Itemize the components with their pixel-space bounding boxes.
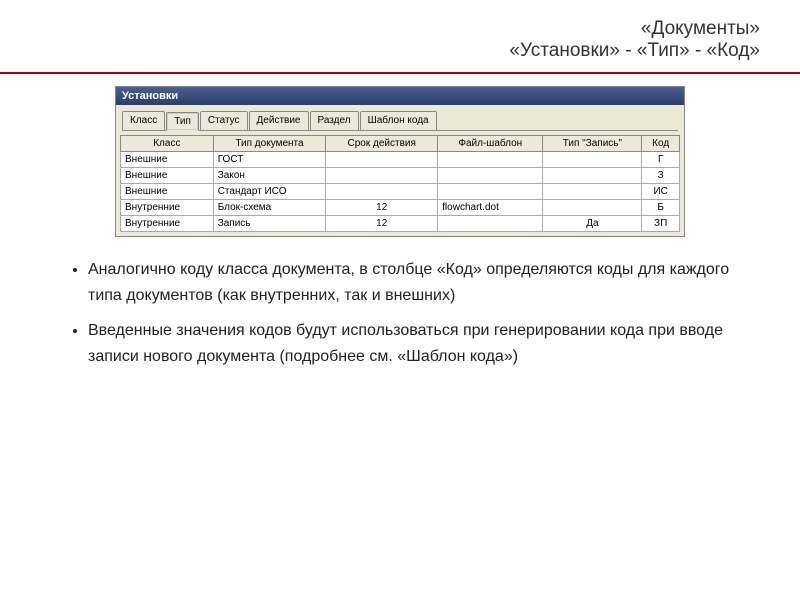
col-term: Срок действия [326,136,438,152]
slide-body: Аналогично коду класса документа, в стол… [0,237,800,399]
table-row[interactable]: ВнутренниеЗапись12ДаЗП [121,216,680,232]
bullet-item: Введенные значения кодов будут использов… [88,318,730,369]
tab-underline [122,130,678,131]
table-row[interactable]: ВнутренниеБлок-схема12flowchart.dotБ [121,200,680,216]
tab-class[interactable]: Класс [122,111,165,130]
table-row[interactable]: ВнешниеЗаконЗ [121,168,680,184]
col-code: Код [642,136,680,152]
col-class: Класс [121,136,214,152]
slide-header: «Документы» «Установки» - «Тип» - «Код» [0,0,800,72]
bullet-item: Аналогично коду класса документа, в стол… [88,257,730,308]
col-doctype: Тип документа [213,136,326,152]
tab-type[interactable]: Тип [166,112,199,131]
bullet-list: Аналогично коду класса документа, в стол… [70,257,730,369]
tab-action[interactable]: Действие [249,111,309,130]
header-divider [0,72,800,74]
table-header-row: Класс Тип документа Срок действия Файл-ш… [121,136,680,152]
col-rectype: Тип "Запись" [543,136,642,152]
header-line1: «Документы» [0,18,760,40]
tab-section[interactable]: Раздел [310,111,359,130]
col-file: Файл-шаблон [438,136,543,152]
header-line2: «Установки» - «Тип» - «Код» [0,40,760,62]
types-table: Класс Тип документа Срок действия Файл-ш… [120,135,680,232]
table-row[interactable]: ВнешниеСтандарт ИСОИС [121,184,680,200]
settings-window: Установки Класс Тип Статус Действие Разд… [115,86,685,237]
tab-code-template[interactable]: Шаблон кода [360,111,437,130]
tabs-bar: Класс Тип Статус Действие Раздел Шаблон … [116,105,684,130]
table-row[interactable]: ВнешниеГОСТГ [121,152,680,168]
tab-status[interactable]: Статус [200,111,248,130]
window-titlebar: Установки [116,87,684,105]
